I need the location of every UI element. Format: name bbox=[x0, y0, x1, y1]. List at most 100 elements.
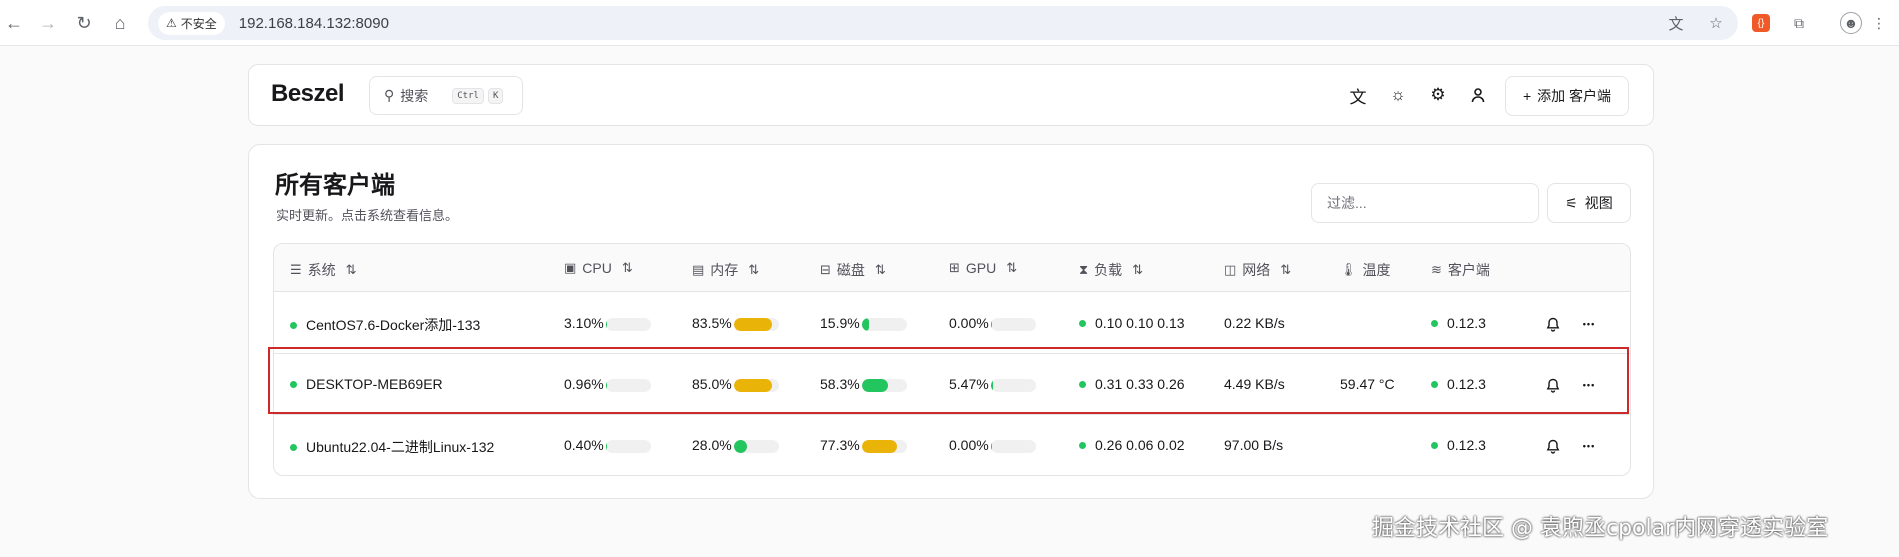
client-version: 0.12.3 bbox=[1447, 376, 1486, 392]
search-icon: ⚲ bbox=[384, 87, 395, 103]
systems-table: ☰ 系统 ⇅ ▣ CPU ⇅ ▤ 内存 ⇅ ⊟ 磁盘 ⇅ ⊞ GPU ⇅ ⧗ 负… bbox=[273, 243, 1631, 476]
sort-icon: ⇅ bbox=[345, 262, 357, 277]
address-bar[interactable]: ⚠ 不安全 192.168.184.132:8090 文 ☆ bbox=[148, 6, 1738, 40]
col-system[interactable]: ☰ 系统 ⇅ bbox=[290, 260, 357, 280]
sort-icon: ⇅ bbox=[874, 262, 886, 277]
user-icon[interactable] bbox=[1466, 83, 1490, 107]
gpu-value: 0.00% bbox=[949, 437, 989, 453]
kbd-k: K bbox=[487, 87, 504, 104]
hard-drive-icon: ⊟ bbox=[820, 262, 831, 277]
table-row[interactable]: DESKTOP-MEB69ER 0.96% 85.0% 58.3% 5.47% 0.31 … bbox=[274, 354, 1630, 415]
client-version-cell: 0.12.3 bbox=[1431, 437, 1486, 453]
bell-icon[interactable] bbox=[1542, 374, 1564, 396]
cpu-bar bbox=[606, 379, 651, 392]
settings-gear-icon[interactable]: ⚙ bbox=[1426, 83, 1450, 107]
system-name-cell[interactable]: DESKTOP-MEB69ER bbox=[290, 376, 443, 392]
back-icon[interactable]: ← bbox=[0, 9, 28, 37]
cpu-value: 3.10% bbox=[564, 315, 604, 331]
bookmark-star-icon[interactable]: ☆ bbox=[1704, 11, 1728, 35]
memory-bar-fill bbox=[734, 379, 773, 392]
bell-icon[interactable] bbox=[1542, 313, 1564, 335]
language-icon[interactable]: 文 bbox=[1346, 83, 1370, 107]
memory-bar bbox=[734, 318, 779, 331]
profile-avatar-icon[interactable]: ☻ bbox=[1840, 12, 1862, 34]
memory-value: 85.0% bbox=[692, 376, 732, 392]
table-row[interactable]: CentOS7.6-Docker添加-133 3.10% 83.5% 15.9% 0.0… bbox=[274, 293, 1630, 354]
search-button[interactable]: ⚲ 搜索 Ctrl K bbox=[369, 76, 523, 115]
wifi-icon: ≋ bbox=[1431, 262, 1442, 277]
system-name-cell[interactable]: Ubuntu22.04-二进制Linux-132 bbox=[290, 437, 494, 457]
col-memory[interactable]: ▤ 内存 ⇅ bbox=[692, 260, 759, 280]
memory-bar-fill bbox=[734, 318, 772, 331]
sort-icon: ⇅ bbox=[1132, 262, 1144, 277]
col-network[interactable]: ◫ 网络 ⇅ bbox=[1224, 260, 1291, 280]
cpu-value: 0.96% bbox=[564, 376, 604, 392]
insecure-badge[interactable]: ⚠ 不安全 bbox=[158, 11, 225, 35]
gpu-bar-fill bbox=[991, 379, 994, 392]
sort-icon: ⇅ bbox=[748, 262, 760, 277]
cpu-icon: ▣ bbox=[564, 260, 577, 275]
disk-bar bbox=[862, 440, 907, 453]
col-gpu[interactable]: ⊞ GPU ⇅ bbox=[949, 260, 1017, 276]
system-name[interactable]: Ubuntu22.04-二进制Linux-132 bbox=[306, 437, 494, 457]
load-cell: 0.26 0.06 0.02 bbox=[1079, 437, 1185, 453]
system-name-cell[interactable]: CentOS7.6-Docker添加-133 bbox=[290, 315, 480, 335]
memory-value: 83.5% bbox=[692, 315, 732, 331]
watermark: 掘金技术社区 @ 袁煦丞cpolar内网穿透实验室 bbox=[1372, 516, 1829, 541]
system-name[interactable]: DESKTOP-MEB69ER bbox=[306, 376, 443, 392]
browser-toolbar: ← → ↻ ⌂ ⚠ 不安全 192.168.184.132:8090 文 ☆ {… bbox=[0, 0, 1899, 46]
more-actions-icon[interactable]: ••• bbox=[1578, 374, 1600, 396]
network-icon: ◫ bbox=[1224, 262, 1237, 277]
forward-icon[interactable]: → bbox=[34, 9, 62, 37]
sort-icon: ⇅ bbox=[1280, 262, 1292, 277]
client-version-cell: 0.12.3 bbox=[1431, 376, 1486, 392]
load-cell: 0.31 0.33 0.26 bbox=[1079, 376, 1185, 392]
load-status-dot bbox=[1079, 380, 1086, 388]
client-version-cell: 0.12.3 bbox=[1431, 315, 1486, 331]
cpu-bar bbox=[606, 318, 651, 331]
col-disk[interactable]: ⊟ 磁盘 ⇅ bbox=[820, 260, 886, 280]
app-logo[interactable]: Beszel bbox=[271, 80, 345, 108]
table-row[interactable]: Ubuntu22.04-二进制Linux-132 0.40% 28.0% 77.3% 0… bbox=[274, 415, 1630, 476]
server-icon: ☰ bbox=[290, 262, 302, 277]
extensions-puzzle-icon[interactable]: ⧉ bbox=[1788, 12, 1810, 34]
gpu-bar-fill bbox=[991, 440, 992, 453]
memory-bar-fill bbox=[734, 440, 747, 453]
cpu-bar-fill bbox=[606, 440, 608, 453]
disk-bar bbox=[862, 379, 907, 392]
menu-kebab-icon[interactable]: ⋮ bbox=[1868, 12, 1890, 34]
client-status-dot bbox=[1431, 380, 1438, 388]
status-dot bbox=[290, 321, 297, 329]
translate-icon[interactable]: 文 bbox=[1664, 11, 1688, 35]
load-status-dot bbox=[1079, 319, 1086, 327]
add-client-button[interactable]: + 添加 客户端 bbox=[1505, 76, 1629, 116]
system-name[interactable]: CentOS7.6-Docker添加-133 bbox=[306, 315, 480, 335]
url-text[interactable]: 192.168.184.132:8090 bbox=[239, 15, 389, 32]
col-cpu[interactable]: ▣ CPU ⇅ bbox=[564, 260, 633, 276]
bell-icon[interactable] bbox=[1542, 435, 1564, 457]
disk-bar-fill bbox=[862, 379, 889, 392]
gpu-bar bbox=[991, 318, 1036, 331]
extension-icon[interactable]: {} bbox=[1752, 14, 1770, 32]
reload-icon[interactable]: ↻ bbox=[70, 9, 98, 37]
hourglass-icon: ⧗ bbox=[1079, 262, 1089, 277]
disk-bar-fill bbox=[862, 318, 870, 331]
disk-bar bbox=[862, 318, 907, 331]
memory-bar bbox=[734, 379, 779, 392]
load-value: 0.31 0.33 0.26 bbox=[1095, 376, 1185, 392]
more-actions-icon[interactable]: ••• bbox=[1578, 435, 1600, 457]
client-status-dot bbox=[1431, 319, 1438, 327]
temperature-value: 59.47 °C bbox=[1340, 376, 1395, 392]
disk-value: 15.9% bbox=[820, 315, 860, 331]
sliders-icon: ⚟ bbox=[1565, 194, 1578, 211]
more-actions-icon[interactable]: ••• bbox=[1578, 313, 1600, 335]
view-button[interactable]: ⚟ 视图 bbox=[1547, 183, 1631, 223]
gpu-icon: ⊞ bbox=[949, 260, 960, 275]
sort-icon: ⇅ bbox=[1006, 260, 1018, 275]
theme-sun-icon[interactable]: ☼ bbox=[1386, 83, 1410, 107]
kbd-ctrl: Ctrl bbox=[452, 87, 484, 104]
client-version: 0.12.3 bbox=[1447, 437, 1486, 453]
filter-input[interactable]: 过滤... bbox=[1311, 183, 1539, 223]
home-icon[interactable]: ⌂ bbox=[106, 9, 134, 37]
col-load[interactable]: ⧗ 负载 ⇅ bbox=[1079, 260, 1143, 280]
